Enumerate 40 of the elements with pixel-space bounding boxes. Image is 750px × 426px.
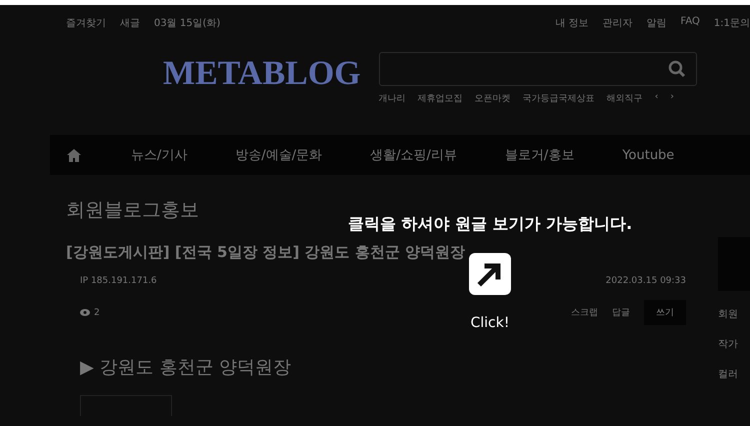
top-link[interactable]: FAQ bbox=[680, 16, 700, 30]
nav-item[interactable]: 뉴스/기사 bbox=[131, 146, 188, 164]
tag-link[interactable]: 개나리 bbox=[378, 92, 406, 105]
tag-link[interactable]: 해외직구 bbox=[606, 92, 643, 105]
category-title: 회원블로그홍보 bbox=[66, 198, 200, 223]
top-link[interactable]: 즐겨찾기 bbox=[66, 16, 106, 30]
nav-item[interactable]: 방송/예술/문화 bbox=[235, 146, 322, 164]
prev-button[interactable]: ‹ bbox=[654, 92, 658, 105]
open-link-icon[interactable] bbox=[469, 253, 511, 295]
search-field[interactable] bbox=[378, 52, 697, 86]
search-icon[interactable] bbox=[668, 60, 686, 78]
click-button[interactable]: Click! bbox=[470, 315, 510, 331]
post-date: 2022.03.15 09:33 bbox=[606, 276, 686, 286]
eye-icon bbox=[80, 309, 90, 316]
top-link[interactable]: 1:1문의 bbox=[714, 16, 750, 30]
top-link[interactable]: 내 정보 bbox=[555, 16, 589, 30]
overlay-message: 클릭을 하셔야 원글 보기가 가능합니다. bbox=[348, 214, 632, 235]
sidebar-item[interactable]: 회원 bbox=[718, 307, 750, 321]
nav-item[interactable]: Youtube bbox=[622, 148, 674, 162]
top-link[interactable]: 관리자 bbox=[602, 16, 633, 30]
sidebar-item[interactable]: 작가 bbox=[718, 337, 750, 351]
tag-link[interactable]: 제휴업모집 bbox=[418, 92, 463, 105]
logo[interactable]: METABLOG bbox=[163, 55, 361, 93]
next-button[interactable]: › bbox=[670, 92, 674, 105]
top-link[interactable]: 03월 15일(화) bbox=[154, 16, 220, 30]
post-title: [강원도게시판] [전국 5일장 정보] 강원도 홍천군 양덕원장 bbox=[66, 243, 466, 262]
nav-item[interactable]: 블로거/홍보 bbox=[504, 146, 574, 164]
post-heading: ▶ 강원도 홍천군 양덕원장 bbox=[80, 356, 292, 379]
top-link[interactable]: 새글 bbox=[120, 16, 140, 30]
action-link[interactable]: 답글 bbox=[612, 306, 630, 319]
top-link[interactable]: 알림 bbox=[646, 16, 667, 30]
home-icon[interactable] bbox=[67, 148, 81, 162]
sidebar-item[interactable]: 컬러 bbox=[718, 367, 750, 381]
tag-link[interactable]: 국가등급국제상표 bbox=[522, 92, 595, 105]
nav-item[interactable]: 생활/쇼핑/리뷰 bbox=[370, 146, 457, 164]
view-count: 2 bbox=[94, 308, 100, 318]
write-button[interactable]: 쓰기 bbox=[644, 300, 686, 325]
tag-link[interactable]: 오픈마켓 bbox=[474, 92, 511, 105]
action-link[interactable]: 스크랩 bbox=[571, 306, 598, 319]
author-ip: IP 185.191.171.6 bbox=[80, 276, 157, 286]
